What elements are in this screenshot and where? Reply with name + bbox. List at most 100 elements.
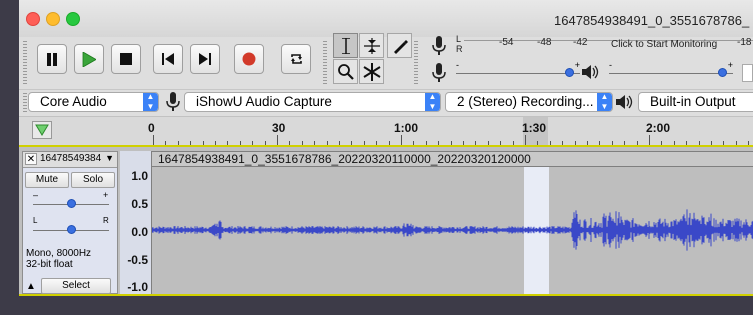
- waveform: [152, 209, 753, 251]
- recording-channels-value: 2 (Stereo) Recording...: [457, 94, 594, 109]
- audio-clip[interactable]: 1647854938491_0_3551678786_2022032011000…: [151, 151, 753, 294]
- track-close-button[interactable]: ✕: [25, 153, 37, 165]
- clip-title[interactable]: 1647854938491_0_3551678786_2022032011000…: [151, 151, 753, 167]
- record-meter-l: L: [456, 34, 462, 44]
- recording-channels-select[interactable]: 2 (Stereo) Recording... ▲ ▼: [445, 92, 613, 112]
- close-window-button[interactable]: [26, 12, 40, 26]
- skip-end-button[interactable]: [190, 44, 220, 74]
- playback-volume-slider[interactable]: - +: [609, 60, 733, 80]
- mute-button[interactable]: Mute: [25, 172, 69, 188]
- record-volume-knob[interactable]: [565, 68, 575, 77]
- record-meter-r: R: [456, 44, 463, 54]
- track-format-info: 32-bit float: [26, 259, 73, 270]
- audio-host-select[interactable]: Core Audio ▲ ▼: [28, 92, 159, 112]
- loop-button[interactable]: [281, 44, 311, 74]
- draw-tool[interactable]: [387, 33, 412, 58]
- timeline-minor-tick: [649, 135, 650, 145]
- skip-start-button[interactable]: [153, 44, 183, 74]
- solo-button[interactable]: Solo: [71, 172, 115, 188]
- meter-tick-42: -42: [573, 37, 588, 48]
- timeline-minor-tick: [277, 135, 278, 145]
- scale-label-neg05: -0.5: [127, 253, 148, 267]
- envelope-tool[interactable]: [359, 33, 384, 58]
- record-icon: [242, 52, 256, 66]
- envelope-icon: [363, 37, 380, 54]
- chevron-updown-icon: ▲ ▼: [597, 93, 612, 111]
- gain-knob[interactable]: [66, 199, 76, 208]
- ibeam-icon: [341, 37, 350, 54]
- clip-waveform-area[interactable]: [151, 167, 753, 294]
- play-head-icon: [35, 124, 49, 136]
- recording-device-value: iShowU Audio Capture: [196, 94, 332, 109]
- meter-grip[interactable]: [414, 41, 418, 85]
- playback-device-select[interactable]: Built-in Output: [638, 92, 753, 112]
- playback-volume-speaker-icon: [582, 65, 599, 79]
- loop-icon: [290, 54, 302, 64]
- window-title: 1647854938491_0_3551678786_: [554, 13, 750, 28]
- audio-host-value: Core Audio: [40, 94, 107, 109]
- pause-button[interactable]: [37, 44, 67, 74]
- desktop-bottom-strip: [0, 296, 753, 315]
- stop-icon: [120, 53, 132, 65]
- track-rate-info: Mono, 8000Hz: [26, 248, 92, 259]
- zoom-window-button[interactable]: [66, 12, 80, 26]
- play-icon: [82, 51, 96, 67]
- timeline-minor-tick: [525, 135, 526, 145]
- timeline-tick-0: 0: [148, 121, 155, 135]
- recording-device-select[interactable]: iShowU Audio Capture ▲ ▼: [184, 92, 441, 112]
- playback-meter-box[interactable]: [742, 64, 753, 82]
- track-area: ✕ 16478549384 ▼ Mute Solo – + L R Mono, …: [19, 145, 753, 296]
- recording-device-mic-icon: [166, 92, 180, 111]
- record-meter-mic-icon[interactable]: [432, 36, 446, 56]
- playback-device-speaker-icon: [616, 95, 633, 109]
- record-volume-mic-icon: [432, 63, 446, 82]
- scale-label-neg1: -1.0: [127, 280, 148, 294]
- track-name: 16478549384: [40, 153, 102, 164]
- track-control-panel: ✕ 16478549384 ▼ Mute Solo – + L R Mono, …: [22, 151, 118, 294]
- minimize-window-button[interactable]: [46, 12, 60, 26]
- timeline-tick-30: 30: [272, 121, 286, 135]
- select-track-button[interactable]: Select: [41, 278, 111, 294]
- play-head-button[interactable]: [32, 121, 52, 139]
- skip-start-icon: [162, 53, 174, 65]
- playback-volume-knob[interactable]: [718, 68, 728, 77]
- meter-tick-54: -54: [499, 37, 514, 48]
- scale-label-05: 0.5: [131, 197, 148, 211]
- collapse-track-icon[interactable]: ▲: [26, 281, 36, 292]
- selection-tool[interactable]: [333, 33, 358, 58]
- chevron-updown-icon: ▲ ▼: [143, 93, 158, 111]
- gain-slider[interactable]: [33, 197, 109, 211]
- pause-icon: [47, 52, 57, 66]
- zoom-tool[interactable]: [333, 59, 358, 84]
- toolbar-grip[interactable]: [23, 41, 27, 85]
- audacity-window: 1647854938491_0_3551678786_ L R -54 -48 …: [19, 0, 753, 296]
- asterisk-icon: [362, 62, 381, 81]
- play-button[interactable]: [74, 44, 104, 74]
- chevron-updown-icon: ▲ ▼: [425, 93, 440, 111]
- pan-slider[interactable]: [33, 223, 109, 237]
- meter-tick-48: -48: [537, 37, 552, 48]
- device-toolbar-grip[interactable]: [23, 93, 27, 113]
- scale-label-0: 0.0: [131, 225, 148, 239]
- timeline-tick-130: 1:30: [522, 121, 547, 135]
- record-button[interactable]: [234, 44, 264, 74]
- pan-knob[interactable]: [66, 225, 76, 234]
- track-name-menu[interactable]: 16478549384 ▼: [40, 152, 117, 166]
- timeline-tick-100: 1:00: [394, 121, 419, 135]
- amplitude-scale[interactable]: 1.0 0.5 0.0 -0.5 -1.0: [120, 151, 151, 294]
- track-header: ✕ 16478549384 ▼: [23, 152, 117, 168]
- magnifier-icon: [337, 63, 354, 80]
- multi-tool[interactable]: [359, 59, 384, 84]
- scale-label-1: 1.0: [131, 169, 148, 183]
- timeline-tick-200: 2:00: [646, 121, 671, 135]
- track-menu-arrow-icon: ▼: [105, 153, 114, 163]
- tools-grip[interactable]: [323, 41, 327, 85]
- start-monitoring-label[interactable]: Click to Start Monitoring: [611, 39, 717, 50]
- pencil-icon: [393, 39, 408, 54]
- waveform-samples: [152, 209, 753, 251]
- timeline-minor-tick: [153, 135, 154, 145]
- timeline-ruler[interactable]: 0 30 1:00 1:30 2:00: [19, 116, 753, 145]
- stop-button[interactable]: [111, 44, 141, 74]
- timeline-minor-tick: [401, 135, 402, 145]
- record-volume-slider[interactable]: - +: [456, 60, 580, 80]
